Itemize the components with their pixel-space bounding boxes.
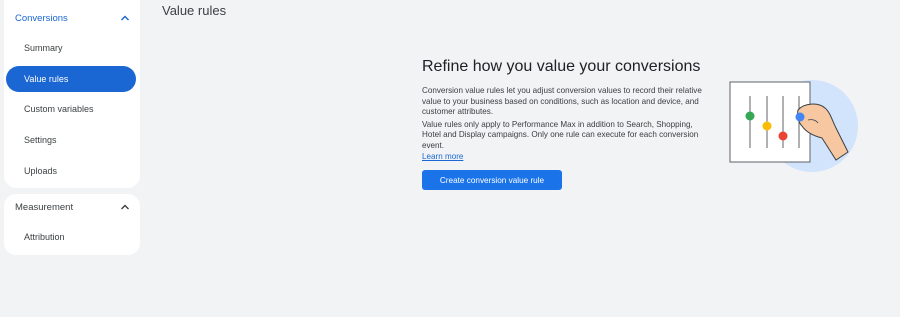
sidebar-item-custom-variables[interactable]: Custom variables xyxy=(6,96,136,122)
measurement-section-header[interactable]: Measurement xyxy=(15,198,132,216)
page-title: Value rules xyxy=(162,3,227,18)
empty-state-content: Refine how you value your conversions Co… xyxy=(422,58,722,161)
conversions-section: Conversions Summary Value rules Custom v… xyxy=(4,0,140,188)
conversions-section-title: Conversions xyxy=(15,12,68,24)
chevron-up-icon[interactable] xyxy=(118,200,132,214)
sidebar-item-label: Summary xyxy=(24,43,63,53)
sidebar-item-summary[interactable]: Summary xyxy=(6,35,136,61)
measurement-section: Measurement Attribution xyxy=(4,194,140,255)
chevron-up-icon[interactable] xyxy=(118,11,132,25)
learn-more-link[interactable]: Learn more xyxy=(422,152,463,161)
description-paragraph: Conversion value rules let you adjust co… xyxy=(422,86,702,117)
empty-state-heading: Refine how you value your conversions xyxy=(422,58,701,75)
sidebar-item-label: Custom variables xyxy=(24,104,94,114)
conversions-section-header[interactable]: Conversions xyxy=(15,9,132,27)
measurement-section-title: Measurement xyxy=(15,201,74,213)
sidebar-item-value-rules[interactable]: Value rules xyxy=(6,66,136,92)
sidebar-item-uploads[interactable]: Uploads xyxy=(6,158,136,184)
sidebar-item-label: Uploads xyxy=(24,166,58,176)
sidebar-item-label: Attribution xyxy=(24,232,65,242)
sidebar-item-label: Value rules xyxy=(24,74,69,84)
create-conversion-value-rule-button[interactable]: Create conversion value rule xyxy=(422,170,562,190)
description-paragraph: Value rules only apply to Performance Ma… xyxy=(422,119,699,150)
sidebar-item-label: Settings xyxy=(24,135,57,145)
sliders-hand-illustration xyxy=(726,76,860,180)
sidebar-nav: Conversions Summary Value rules Custom v… xyxy=(4,0,140,255)
sidebar-item-attribution[interactable]: Attribution xyxy=(6,224,136,250)
sidebar-item-settings[interactable]: Settings xyxy=(6,127,136,153)
